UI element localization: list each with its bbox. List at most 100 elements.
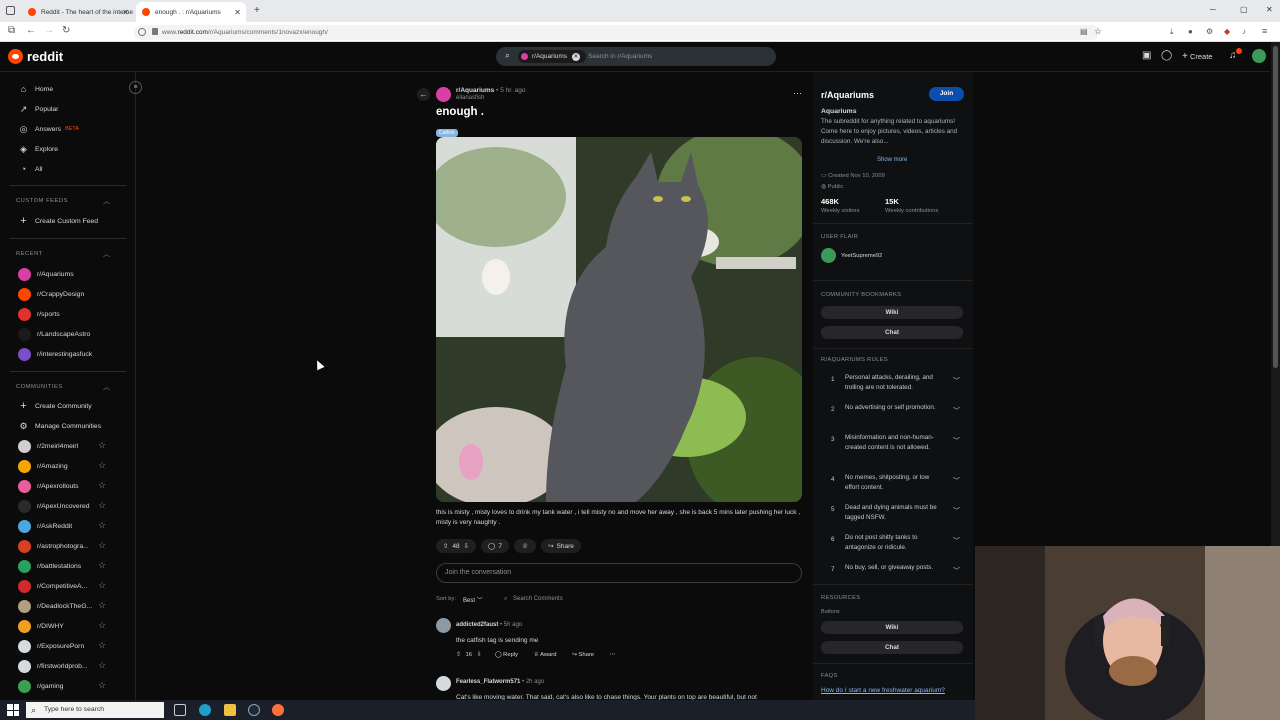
wiki-resource-button[interactable]: Wiki: [821, 621, 963, 634]
chat-resource-button[interactable]: Chat: [821, 641, 963, 654]
custom-feeds-header[interactable]: CUSTOM FEEDS: [16, 198, 68, 204]
bookmark-star-icon[interactable]: ☆: [1094, 26, 1102, 37]
downvote-icon[interactable]: ⇩: [477, 652, 482, 658]
sidebar-item-home[interactable]: ⌂ Home: [18, 82, 53, 96]
user-flair-name[interactable]: YeetSupreme92: [841, 253, 882, 259]
browser-tab-active[interactable]: enough . : r/Aquariums ✕: [136, 2, 246, 22]
share-button[interactable]: ↪ Share: [572, 652, 594, 658]
close-tab-icon[interactable]: ✕: [234, 8, 241, 17]
upvote-icon[interactable]: ⇧: [443, 542, 448, 550]
downvote-icon[interactable]: ⇩: [464, 542, 469, 550]
back-button[interactable]: ←: [417, 88, 430, 101]
chat-bookmark-button[interactable]: Chat: [821, 326, 963, 339]
sort-dropdown[interactable]: Best ﹀: [463, 595, 483, 604]
url-field[interactable]: www.reddit.com/r/Aquariums/comments/1nov…: [134, 25, 1099, 40]
favorite-star-icon[interactable]: ☆: [98, 640, 106, 651]
favorite-star-icon[interactable]: ☆: [98, 580, 106, 591]
sidebar-item-answers[interactable]: ◎ Answers BETA: [18, 122, 79, 136]
forward-icon[interactable]: →: [44, 25, 54, 36]
favorite-star-icon[interactable]: ☆: [98, 480, 106, 491]
firefox-icon[interactable]: [272, 704, 284, 716]
sidebar-item-community[interactable]: r/Apexrollouts: [18, 479, 79, 493]
chevron-up-icon[interactable]: ︿: [103, 249, 110, 259]
join-button[interactable]: Join: [929, 87, 964, 101]
favorite-star-icon[interactable]: ☆: [98, 620, 106, 631]
file-explorer-icon[interactable]: [224, 704, 236, 716]
award-button[interactable]: ♕ Award: [534, 652, 557, 658]
comments-button[interactable]: ◯ 7: [481, 539, 509, 553]
chevron-down-icon[interactable]: ﹀: [953, 566, 960, 576]
reader-view-icon[interactable]: ▤: [1080, 27, 1088, 36]
favorite-star-icon[interactable]: ☆: [98, 600, 106, 611]
chevron-up-icon[interactable]: ︿: [103, 382, 110, 392]
search-bar[interactable]: ⌕ r/Aquariums ✕ Search in r/Aquariums: [496, 47, 776, 66]
create-community[interactable]: + Create Community: [18, 399, 91, 413]
sidebar-item-community[interactable]: r/firstworldprob...: [18, 659, 88, 673]
taskbar-search-input[interactable]: ⌕ Type here to search: [26, 702, 164, 718]
sidebar-item-recent[interactable]: r/LandscapeAstro: [18, 327, 90, 341]
browser-tab-reddit[interactable]: Reddit - The heart of the interne ✕: [22, 2, 134, 22]
steam-icon[interactable]: [248, 704, 260, 716]
manage-communities[interactable]: ⚙ Manage Communities: [18, 419, 101, 433]
sidebar-item-popular[interactable]: ↗ Popular: [18, 102, 59, 116]
sidebar-item-explore[interactable]: ◈ Explore: [18, 142, 58, 156]
post-author[interactable]: ellanasfish: [456, 95, 484, 101]
recent-header[interactable]: RECENT: [16, 251, 43, 257]
extension-icon[interactable]: ♪: [1242, 27, 1246, 36]
search-subreddit-chip[interactable]: r/Aquariums ✕: [518, 50, 586, 63]
reply-button[interactable]: ◯ Reply: [495, 652, 518, 658]
comment-author[interactable]: addicted2faust: [456, 622, 498, 628]
chat-icon[interactable]: ◯: [1161, 50, 1172, 61]
sidebar-item-community[interactable]: r/gaming: [18, 679, 63, 693]
award-button[interactable]: ♕: [514, 539, 536, 553]
collapse-sidebar-icon[interactable]: ≡: [129, 81, 142, 94]
comment-avatar[interactable]: [436, 618, 451, 633]
faq-link[interactable]: How do I start a new freshwater aquarium…: [821, 687, 945, 694]
sidebar-item-community[interactable]: r/2meirl4meirl: [18, 439, 78, 453]
reload-icon[interactable]: ↻: [62, 25, 70, 36]
chevron-down-icon[interactable]: ﹀: [953, 406, 960, 416]
new-tab-icon[interactable]: +: [254, 5, 260, 16]
maximize-icon[interactable]: ▢: [1240, 5, 1248, 14]
tab-actions-icon[interactable]: [6, 6, 15, 15]
menu-icon[interactable]: ≡: [1262, 26, 1267, 36]
edge-icon[interactable]: [199, 704, 211, 716]
sidebar-item-community[interactable]: r/DeadlockTheG...: [18, 599, 92, 613]
close-window-icon[interactable]: ✕: [1266, 5, 1273, 14]
favorite-star-icon[interactable]: ☆: [98, 440, 106, 451]
favorite-star-icon[interactable]: ☆: [98, 520, 106, 531]
sidebar-item-recent[interactable]: r/Aquariums: [18, 267, 74, 281]
post-options-icon[interactable]: ⋯: [793, 88, 802, 99]
back-icon[interactable]: ←: [26, 25, 36, 36]
scrollbar-thumb[interactable]: [1273, 46, 1278, 368]
post-flair[interactable]: Catfish: [436, 129, 458, 137]
sidebar-item-recent[interactable]: r/sports: [18, 307, 60, 321]
favorite-star-icon[interactable]: ☆: [98, 540, 106, 551]
reddit-logo[interactable]: reddit: [8, 49, 63, 64]
windows-start-icon[interactable]: [7, 704, 19, 716]
comment-avatar[interactable]: [436, 676, 451, 691]
sidebar-item-recent[interactable]: r/interestingasfuck: [18, 347, 92, 361]
wiki-bookmark-button[interactable]: Wiki: [821, 306, 963, 319]
subreddit-avatar[interactable]: [436, 87, 451, 102]
upvote-icon[interactable]: ⇧: [456, 652, 461, 658]
sidebar-item-community[interactable]: r/ExposurePorn: [18, 639, 84, 653]
create-button[interactable]: + Create: [1182, 51, 1212, 62]
favorite-star-icon[interactable]: ☆: [98, 560, 106, 571]
sidebar-item-community[interactable]: r/CompetitiveA...: [18, 579, 87, 593]
chevron-down-icon[interactable]: ﹀: [953, 536, 960, 546]
search-input[interactable]: Search in r/Aquariums: [588, 47, 652, 66]
extension-icon[interactable]: ⚙: [1206, 27, 1213, 36]
more-options-icon[interactable]: ⋯: [610, 652, 616, 658]
extension-icon[interactable]: ◆: [1224, 27, 1230, 36]
post-subreddit-link[interactable]: r/Aquariums: [456, 87, 494, 94]
chevron-down-icon[interactable]: ﹀: [953, 506, 960, 516]
chevron-up-icon[interactable]: ︿: [103, 196, 110, 206]
communities-header[interactable]: COMMUNITIES: [16, 384, 63, 390]
sidebar-item-all[interactable]: ◔ All: [18, 162, 43, 176]
sidebar-item-community[interactable]: r/ApexUncovered: [18, 499, 90, 513]
close-tab-icon[interactable]: ✕: [122, 8, 129, 17]
comment-author[interactable]: Fearless_Flatworm571: [456, 679, 520, 685]
remove-chip-icon[interactable]: ✕: [571, 53, 580, 61]
sidebar-item-community[interactable]: r/AskReddit: [18, 519, 72, 533]
